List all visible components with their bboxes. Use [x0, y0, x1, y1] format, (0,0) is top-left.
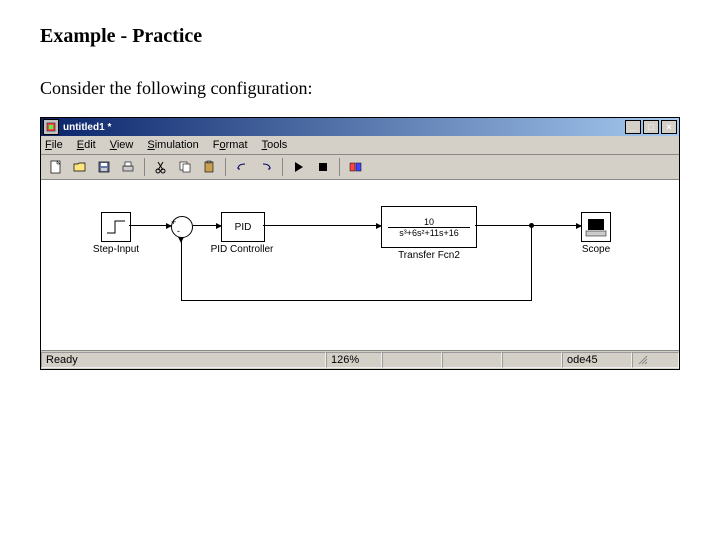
status-ready: Ready	[41, 352, 326, 368]
label-step-input: Step-Input	[88, 244, 144, 255]
app-icon	[43, 119, 59, 135]
cut-button[interactable]	[150, 156, 172, 178]
block-scope[interactable]	[581, 212, 611, 242]
stop-button[interactable]	[312, 156, 334, 178]
print-button[interactable]	[117, 156, 139, 178]
tf-denominator: s³+6s²+11s+16	[399, 228, 459, 238]
block-sum[interactable]: + -	[171, 216, 193, 238]
menu-format[interactable]: Format	[213, 139, 248, 151]
status-cell	[442, 352, 502, 368]
library-button[interactable]	[345, 156, 367, 178]
sum-minus: -	[177, 226, 180, 236]
separator	[144, 158, 145, 176]
menu-tools[interactable]: Tools	[262, 139, 288, 151]
label-pid: PID Controller	[207, 244, 277, 255]
paste-button[interactable]	[198, 156, 220, 178]
menu-simulation[interactable]: Simulation	[147, 139, 198, 151]
block-step-input[interactable]	[101, 212, 131, 242]
separator	[282, 158, 283, 176]
label-transfer-fcn: Transfer Fcn2	[386, 250, 472, 261]
statusbar: Ready 126% ode45	[41, 351, 679, 369]
wire	[531, 225, 532, 300]
open-button[interactable]	[69, 156, 91, 178]
run-button[interactable]	[288, 156, 310, 178]
slide-subtitle: Consider the following configuration:	[40, 78, 680, 99]
status-solver: ode45	[562, 352, 632, 368]
separator	[225, 158, 226, 176]
save-button[interactable]	[93, 156, 115, 178]
tf-numerator: 10	[424, 217, 434, 227]
status-zoom: 126%	[326, 352, 382, 368]
redo-button[interactable]	[255, 156, 277, 178]
status-cell	[382, 352, 442, 368]
close-button[interactable]: ×	[661, 120, 677, 134]
block-pid[interactable]: PID	[221, 212, 265, 242]
slide-title: Example - Practice	[40, 25, 680, 48]
new-button[interactable]	[45, 156, 67, 178]
wire	[263, 225, 381, 226]
wire	[181, 238, 182, 301]
titlebar: untitled1 * _ □ ×	[41, 118, 679, 136]
arrow-icon	[376, 223, 382, 229]
arrow-icon	[178, 237, 184, 243]
label-scope: Scope	[579, 244, 613, 255]
menu-file[interactable]: File	[45, 139, 63, 151]
wire	[129, 225, 171, 226]
menu-view[interactable]: View	[110, 139, 134, 151]
undo-button[interactable]	[231, 156, 253, 178]
simulink-window: untitled1 * _ □ × File Edit View Simulat…	[40, 117, 680, 370]
arrow-icon	[576, 223, 582, 229]
copy-button[interactable]	[174, 156, 196, 178]
toolbar	[41, 155, 679, 180]
separator	[339, 158, 340, 176]
minimize-button[interactable]: _	[625, 120, 641, 134]
resize-grip[interactable]	[632, 352, 679, 368]
branch-node	[529, 223, 534, 228]
wire	[475, 225, 581, 226]
window-title: untitled1 *	[63, 122, 625, 133]
maximize-button[interactable]: □	[643, 120, 659, 134]
arrow-icon	[216, 223, 222, 229]
wire	[181, 300, 532, 301]
block-transfer-fcn[interactable]: 10 s³+6s²+11s+16	[381, 206, 477, 248]
arrow-icon	[166, 223, 172, 229]
model-canvas[interactable]: Step-Input + - PID PID Controller 10 s³+…	[41, 180, 679, 351]
menu-edit[interactable]: Edit	[77, 139, 96, 151]
menubar: File Edit View Simulation Format Tools	[41, 136, 679, 155]
status-cell	[502, 352, 562, 368]
